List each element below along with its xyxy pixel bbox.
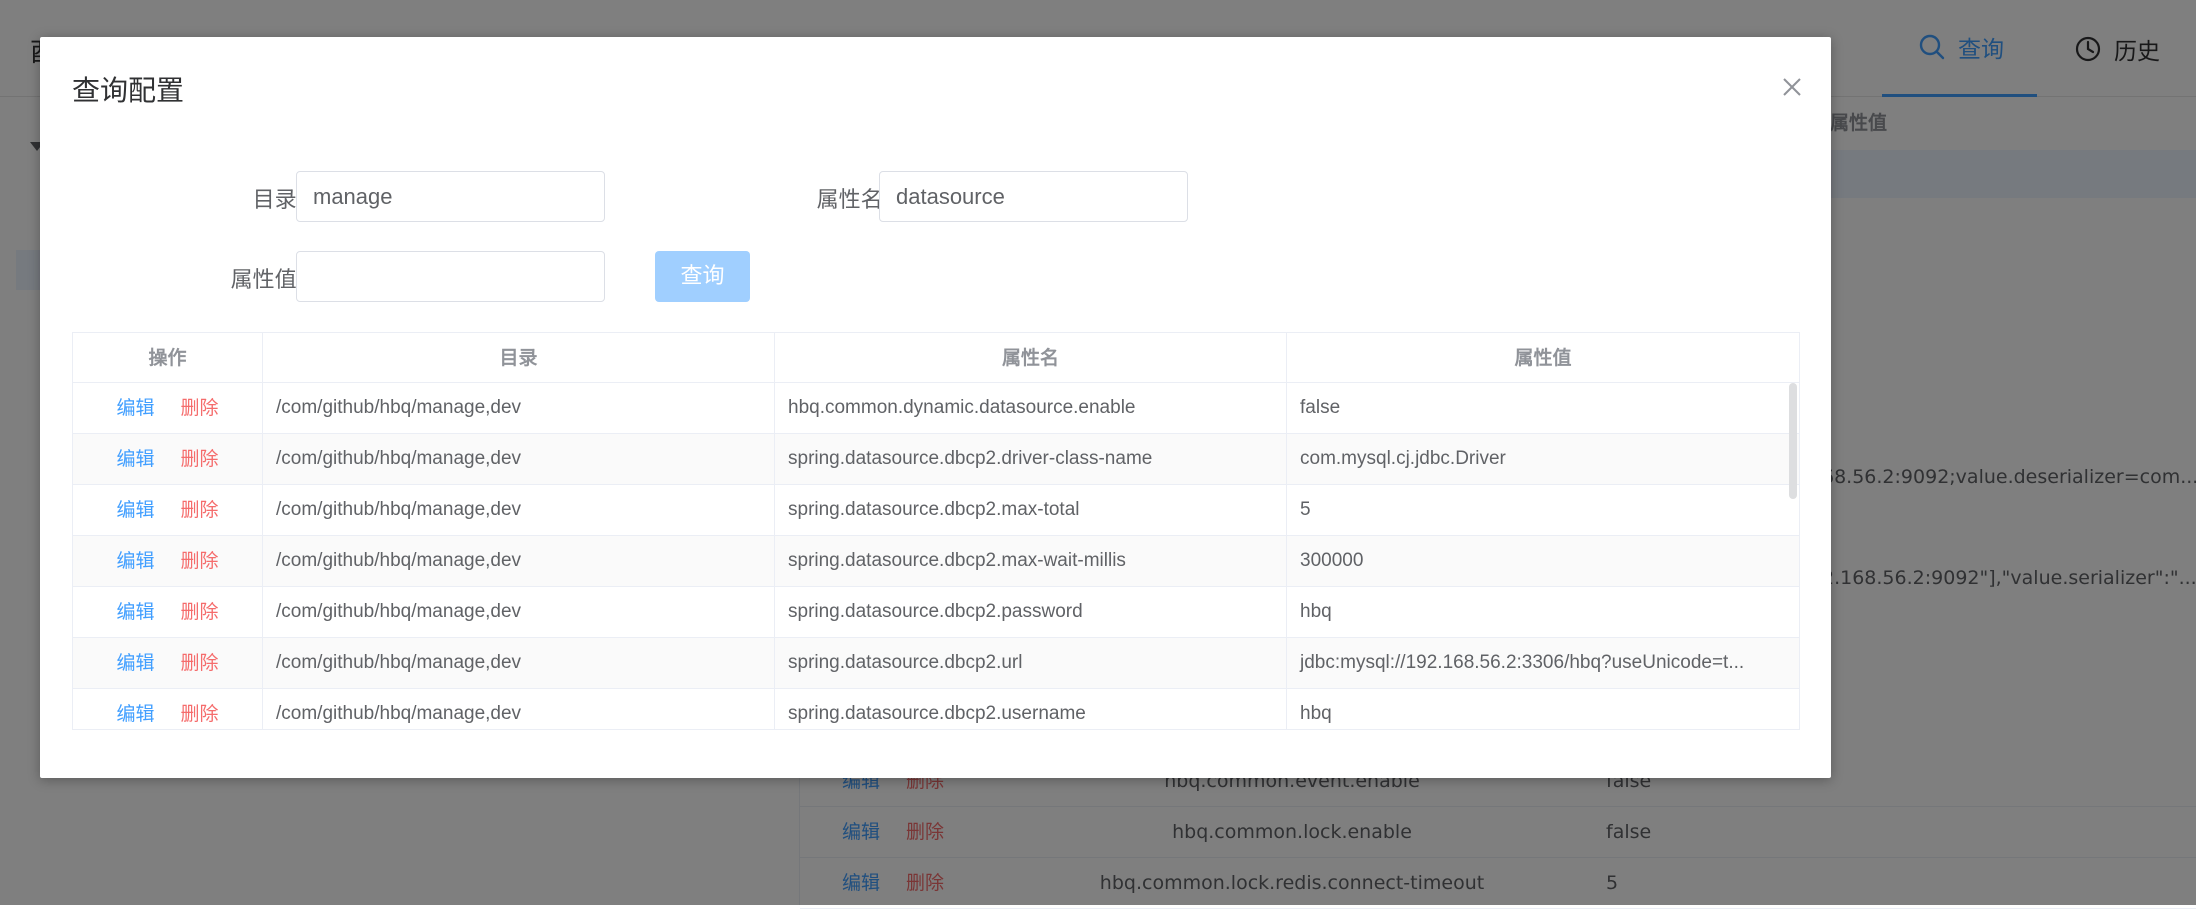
table-row: 编辑 删除 /com/github/hbq/manage,dev spring.d… (73, 689, 1799, 729)
query-button[interactable]: 查询 (655, 251, 750, 302)
cell-dir: /com/github/hbq/manage,dev (263, 587, 775, 638)
name-input[interactable]: datasource (879, 171, 1188, 222)
dir-input[interactable]: manage (296, 171, 605, 222)
cell-value: 300000 (1300, 550, 1364, 571)
cell-dir: /com/github/hbq/manage,dev (263, 485, 775, 536)
name-label: 属性名: (816, 188, 890, 213)
header-value: 属性值 (1514, 347, 1572, 369)
table-row: 编辑 删除 /com/github/hbq/manage,dev spring.d… (73, 434, 1799, 485)
edit-link[interactable]: 编辑 (116, 601, 154, 623)
header-dir: 目录 (263, 333, 775, 383)
table-scrollbar[interactable] (1789, 383, 1797, 499)
query-config-dialog: 查询配置 目录: manage 属性名: datasource 属性值: 查询 … (40, 37, 1831, 778)
delete-link[interactable]: 删除 (181, 397, 219, 419)
cell-name: spring.datasource.dbcp2.username (775, 689, 1287, 729)
table-row: 编辑 删除 /com/github/hbq/manage,dev hbq.comm… (73, 383, 1799, 434)
value-label: 属性值: (230, 268, 304, 293)
cell-dir: /com/github/hbq/manage,dev (263, 689, 775, 729)
delete-link[interactable]: 删除 (181, 601, 219, 623)
delete-link[interactable]: 删除 (181, 448, 219, 470)
cell-value: jdbc:mysql://192.168.56.2:3306/hbq?useUn… (1300, 652, 1745, 673)
edit-link[interactable]: 编辑 (116, 550, 154, 572)
table-row: 编辑 删除 /com/github/hbq/manage,dev spring.d… (73, 638, 1799, 689)
cell-dir: /com/github/hbq/manage,dev (263, 383, 775, 434)
cell-dir: /com/github/hbq/manage,dev (263, 536, 775, 587)
edit-link[interactable]: 编辑 (116, 397, 154, 419)
cell-value: 5 (1300, 499, 1311, 520)
cell-value: hbq (1300, 601, 1332, 622)
results-table: 操作 目录 属性名 属性值 编辑 删除 /com/github/hbq/manag… (72, 332, 1800, 730)
header-ops: 操作 (73, 333, 263, 383)
table-header: 操作 目录 属性名 属性值 (73, 333, 1799, 383)
edit-link[interactable]: 编辑 (116, 448, 154, 470)
value-input[interactable] (296, 251, 605, 302)
cell-name: spring.datasource.dbcp2.driver-class-nam… (775, 434, 1287, 485)
header-name: 属性名 (775, 333, 1287, 383)
delete-link[interactable]: 删除 (181, 652, 219, 674)
cell-dir: /com/github/hbq/manage,dev (263, 638, 775, 689)
cell-name: hbq.common.dynamic.datasource.enable (775, 383, 1287, 434)
cell-value: false (1300, 397, 1341, 418)
table-row: 编辑 删除 /com/github/hbq/manage,dev spring.d… (73, 536, 1799, 587)
cell-name: spring.datasource.dbcp2.max-total (775, 485, 1287, 536)
cell-name: spring.datasource.dbcp2.url (775, 638, 1287, 689)
cell-value: hbq (1300, 703, 1332, 724)
edit-link[interactable]: 编辑 (116, 652, 154, 674)
delete-link[interactable]: 删除 (181, 550, 219, 572)
cell-value: com.mysql.cj.jdbc.Driver (1300, 448, 1506, 469)
delete-link[interactable]: 删除 (181, 499, 219, 521)
delete-link[interactable]: 删除 (181, 703, 219, 725)
close-icon[interactable] (1781, 76, 1803, 98)
cell-name: spring.datasource.dbcp2.max-wait-millis (775, 536, 1287, 587)
table-row: 编辑 删除 /com/github/hbq/manage,dev spring.d… (73, 485, 1799, 536)
edit-link[interactable]: 编辑 (116, 703, 154, 725)
dir-label: 目录: (252, 188, 304, 213)
cell-name: spring.datasource.dbcp2.password (775, 587, 1287, 638)
cell-dir: /com/github/hbq/manage,dev (263, 434, 775, 485)
table-row: 编辑 删除 /com/github/hbq/manage,dev spring.d… (73, 587, 1799, 638)
dialog-title: 查询配置 (72, 74, 185, 107)
edit-link[interactable]: 编辑 (116, 499, 154, 521)
